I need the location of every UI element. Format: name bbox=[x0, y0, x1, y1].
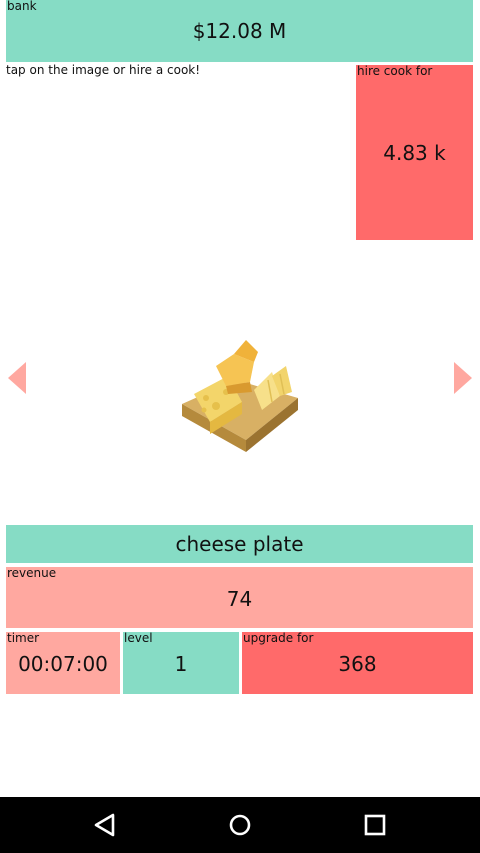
home-icon[interactable] bbox=[224, 809, 256, 841]
next-arrow-icon[interactable] bbox=[454, 362, 472, 394]
revenue-panel: revenue 74 bbox=[6, 566, 473, 628]
timer-caption: timer bbox=[7, 631, 40, 645]
cheese-plate-icon[interactable] bbox=[176, 336, 304, 460]
back-icon[interactable] bbox=[89, 809, 121, 841]
hire-cook-caption: hire cook for bbox=[357, 64, 433, 78]
previous-arrow-icon[interactable] bbox=[8, 362, 26, 394]
dish-name: cheese plate bbox=[175, 532, 304, 556]
bank-panel: bank $12.08 M bbox=[6, 0, 473, 62]
revenue-value: 74 bbox=[226, 587, 253, 611]
hire-cook-price: 4.83 k bbox=[383, 141, 446, 165]
timer-value: 00:07:00 bbox=[18, 652, 108, 676]
level-value: 1 bbox=[174, 652, 188, 676]
bank-value: $12.08 M bbox=[192, 19, 287, 43]
upgrade-price: 368 bbox=[338, 652, 377, 676]
system-navigation-bar bbox=[0, 797, 480, 853]
bank-caption: bank bbox=[7, 0, 37, 13]
level-panel: level 1 bbox=[123, 631, 239, 694]
upgrade-caption: upgrade for bbox=[243, 631, 314, 645]
recents-icon[interactable] bbox=[359, 809, 391, 841]
upgrade-button[interactable]: upgrade for 368 bbox=[242, 631, 473, 694]
timer-panel: timer 00:07:00 bbox=[6, 631, 120, 694]
level-caption: level bbox=[124, 631, 153, 645]
dish-name-panel: cheese plate bbox=[6, 525, 473, 563]
hint-text: tap on the image or hire a cook! bbox=[6, 63, 201, 77]
hire-cook-button[interactable]: hire cook for 4.83 k bbox=[356, 64, 473, 240]
revenue-caption: revenue bbox=[7, 566, 57, 580]
